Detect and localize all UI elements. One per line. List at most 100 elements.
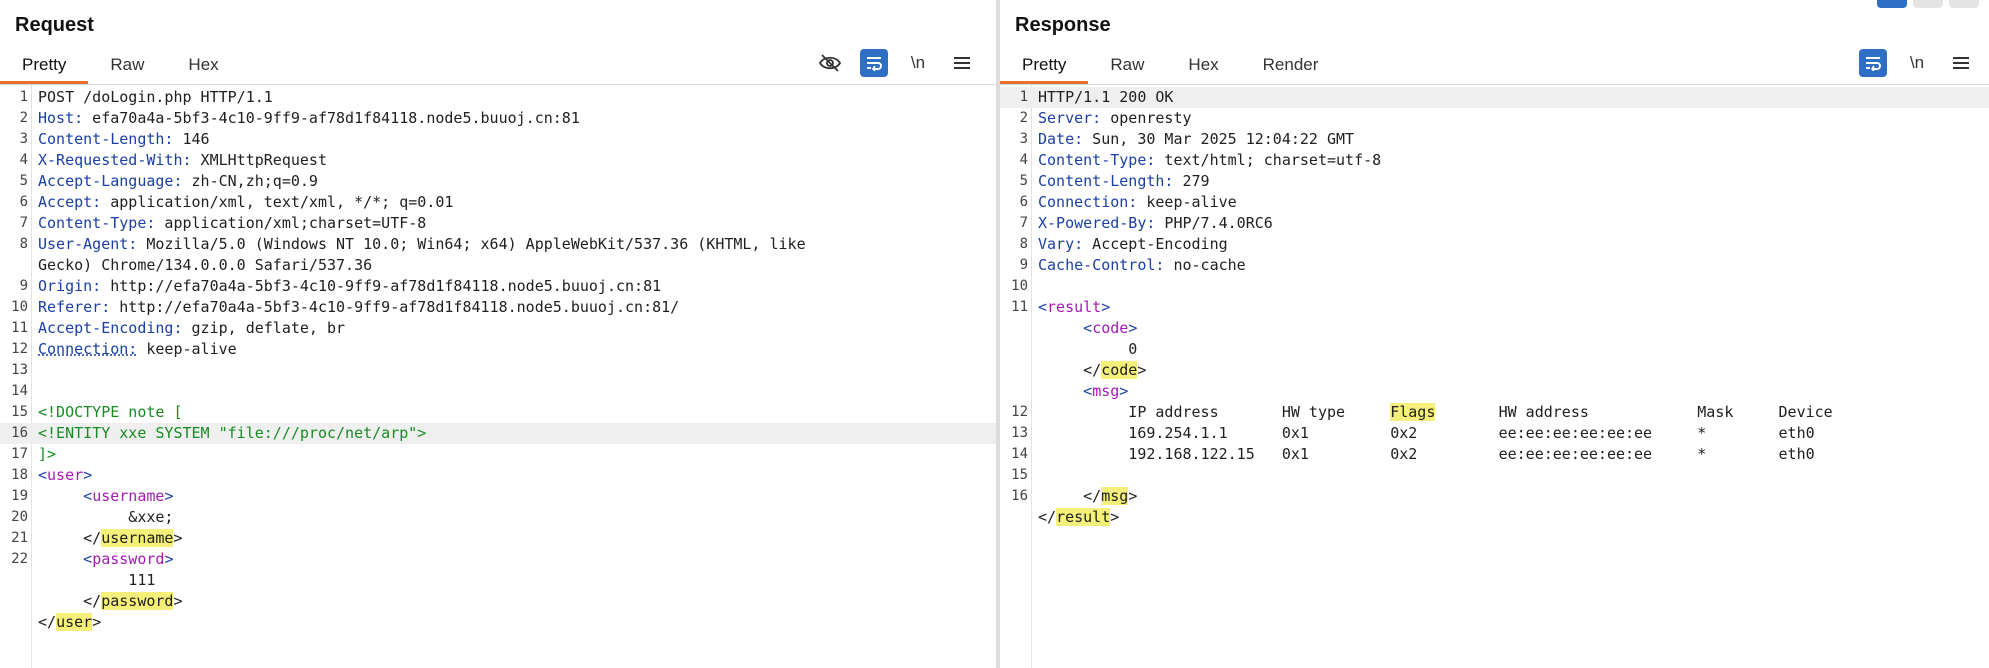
text-segment: <!ENTITY xxe SYSTEM "file:///proc/net/ar…	[38, 424, 427, 442]
request-editor[interactable]: 1 POST /doLogin.php HTTP/1.1 2 Host: efa70a…	[0, 87, 996, 668]
line-text: Connection: keep-alive	[38, 339, 237, 360]
tab-divider	[1000, 84, 1989, 85]
menu-icon[interactable]	[1947, 49, 1975, 77]
line-number: 9	[19, 278, 28, 294]
tab-pretty[interactable]: Pretty	[0, 50, 89, 84]
line-text: </code>	[1038, 360, 1146, 381]
line-text: <msg>	[1038, 381, 1128, 402]
header-value: PHP/7.4.0RC6	[1155, 214, 1273, 232]
layout-side-by-side-icon[interactable]	[1877, 0, 1907, 8]
header-value: application/xml;charset=UTF-8	[155, 214, 427, 232]
header-name: Content-Length:	[1038, 172, 1174, 190]
line-text: Content-Type: text/html; charset=utf-8	[1038, 150, 1381, 171]
tag-bracket: >	[164, 550, 174, 568]
line-text: Referer: http://efa70a4a-5bf3-4c10-9ff9-…	[38, 297, 679, 318]
code-line: 10 Referer: http://efa70a4a-5bf3-4c10-9ff…	[0, 297, 996, 318]
code-line: 2 Server: openresty	[1000, 108, 1989, 129]
highlighted-text: user	[56, 613, 93, 631]
layout-stacked-icon[interactable]	[1913, 0, 1943, 8]
tag-bracket: >	[83, 466, 93, 484]
tag-bracket: <	[38, 487, 93, 505]
line-text: <user>	[38, 465, 92, 486]
line-text: IP address HW type Flags HW address Mask…	[1038, 402, 1833, 423]
tab-raw[interactable]: Raw	[1088, 50, 1166, 84]
code-line: 21 </username>	[0, 528, 996, 549]
code-line: </result>	[1000, 507, 1989, 528]
code-line: 22 <password>	[0, 549, 996, 570]
line-number: 11	[1011, 299, 1028, 315]
line-text: HTTP/1.1 200 OK	[1038, 87, 1173, 108]
tag-name: msg	[1092, 382, 1120, 400]
newline-toggle[interactable]: \n	[904, 49, 932, 77]
header-name: Content-Type:	[1038, 151, 1156, 169]
text-segment: 169.254.1.1 0x1 0x2 ee:ee:ee:ee:ee:ee * …	[1038, 424, 1815, 442]
line-number: 15	[1011, 467, 1028, 483]
line-text: </username>	[38, 528, 183, 549]
code-line: 1 HTTP/1.1 200 OK	[1000, 87, 1989, 108]
tag-name: password	[92, 550, 165, 568]
header-name: Server:	[1038, 109, 1102, 127]
tab-raw[interactable]: Raw	[88, 50, 166, 84]
code-line: 10	[1000, 276, 1989, 297]
line-number: 22	[11, 551, 28, 567]
hide-eye-icon[interactable]	[816, 49, 844, 77]
line-text: <username>	[38, 486, 173, 507]
code-line: 13 169.254.1.1 0x1 0x2 ee:ee:ee:ee:ee:ee…	[1000, 423, 1989, 444]
line-text: Accept-Encoding: gzip, deflate, br	[38, 318, 345, 339]
code-line: <code>	[1000, 318, 1989, 339]
response-pane: Response Pretty Raw Hex Render \n 1 HTTP/…	[1000, 0, 1989, 668]
line-number: 11	[11, 320, 28, 336]
header-value: text/html; charset=utf-8	[1155, 151, 1382, 169]
tab-hex[interactable]: Hex	[1166, 50, 1240, 84]
code-line: 7 Content-Type: application/xml;charset=U…	[0, 213, 996, 234]
text-segment: 0	[1038, 340, 1138, 358]
line-text: Content-Type: application/xml;charset=UT…	[38, 213, 426, 234]
line-text: <result>	[1038, 297, 1110, 318]
code-line: 12 IP address HW type Flags HW address M…	[1000, 402, 1989, 423]
line-number: 12	[11, 341, 28, 357]
text-segment: </	[1038, 487, 1102, 505]
header-value: zh-CN,zh;q=0.9	[182, 172, 318, 190]
header-value: keep-alive	[137, 340, 237, 358]
line-text: Cache-Control: no-cache	[1038, 255, 1246, 276]
layout-switcher[interactable]	[1877, 0, 1979, 8]
tab-hex[interactable]: Hex	[166, 50, 240, 84]
layout-tabs-icon[interactable]	[1949, 0, 1979, 8]
highlighted-text: Flags	[1390, 403, 1436, 421]
line-number: 5	[19, 173, 28, 189]
text-segment: >	[92, 613, 102, 631]
header-name: Content-Type:	[38, 214, 156, 232]
header-name: Origin:	[38, 277, 102, 295]
header-value: Mozilla/5.0 (Windows NT 10.0; Win64; x64…	[137, 235, 806, 253]
tab-divider	[0, 84, 996, 85]
tab-render[interactable]: Render	[1241, 50, 1341, 84]
wrap-lines-icon[interactable]	[1859, 49, 1887, 77]
response-editor[interactable]: 1 HTTP/1.1 200 OK 2 Server: openresty 3 Date:…	[1000, 87, 1989, 668]
line-text: Content-Length: 146	[38, 129, 210, 150]
line-text: ]>	[38, 444, 56, 465]
header-value: Accept-Encoding	[1083, 235, 1228, 253]
line-number: 12	[1011, 404, 1028, 420]
code-line: 18 <user>	[0, 465, 996, 486]
line-number: 2	[19, 110, 28, 126]
newline-toggle[interactable]: \n	[1903, 49, 1931, 77]
line-number: 8	[19, 236, 28, 252]
line-text: 111	[38, 570, 155, 591]
line-number: 20	[11, 509, 28, 525]
tag-name: username	[92, 487, 165, 505]
wrap-lines-icon[interactable]	[860, 49, 888, 77]
header-value: application/xml, text/xml, */*; q=0.01	[101, 193, 454, 211]
line-text: </msg>	[1038, 486, 1137, 507]
request-pane: Request Pretty Raw Hex \n 1 POST /doLogin…	[0, 0, 996, 668]
header-name: Referer:	[38, 298, 111, 316]
line-number: 4	[19, 152, 28, 168]
menu-icon[interactable]	[948, 49, 976, 77]
line-number: 16	[1011, 488, 1028, 504]
code-line: 8 Vary: Accept-Encoding	[1000, 234, 1989, 255]
text-segment: IP address HW type	[1038, 403, 1391, 421]
line-text: </result>	[1038, 507, 1119, 528]
line-number: 13	[11, 362, 28, 378]
tag-bracket: <	[1038, 298, 1048, 316]
tab-pretty[interactable]: Pretty	[1000, 50, 1089, 84]
header-value: XMLHttpRequest	[191, 151, 327, 169]
